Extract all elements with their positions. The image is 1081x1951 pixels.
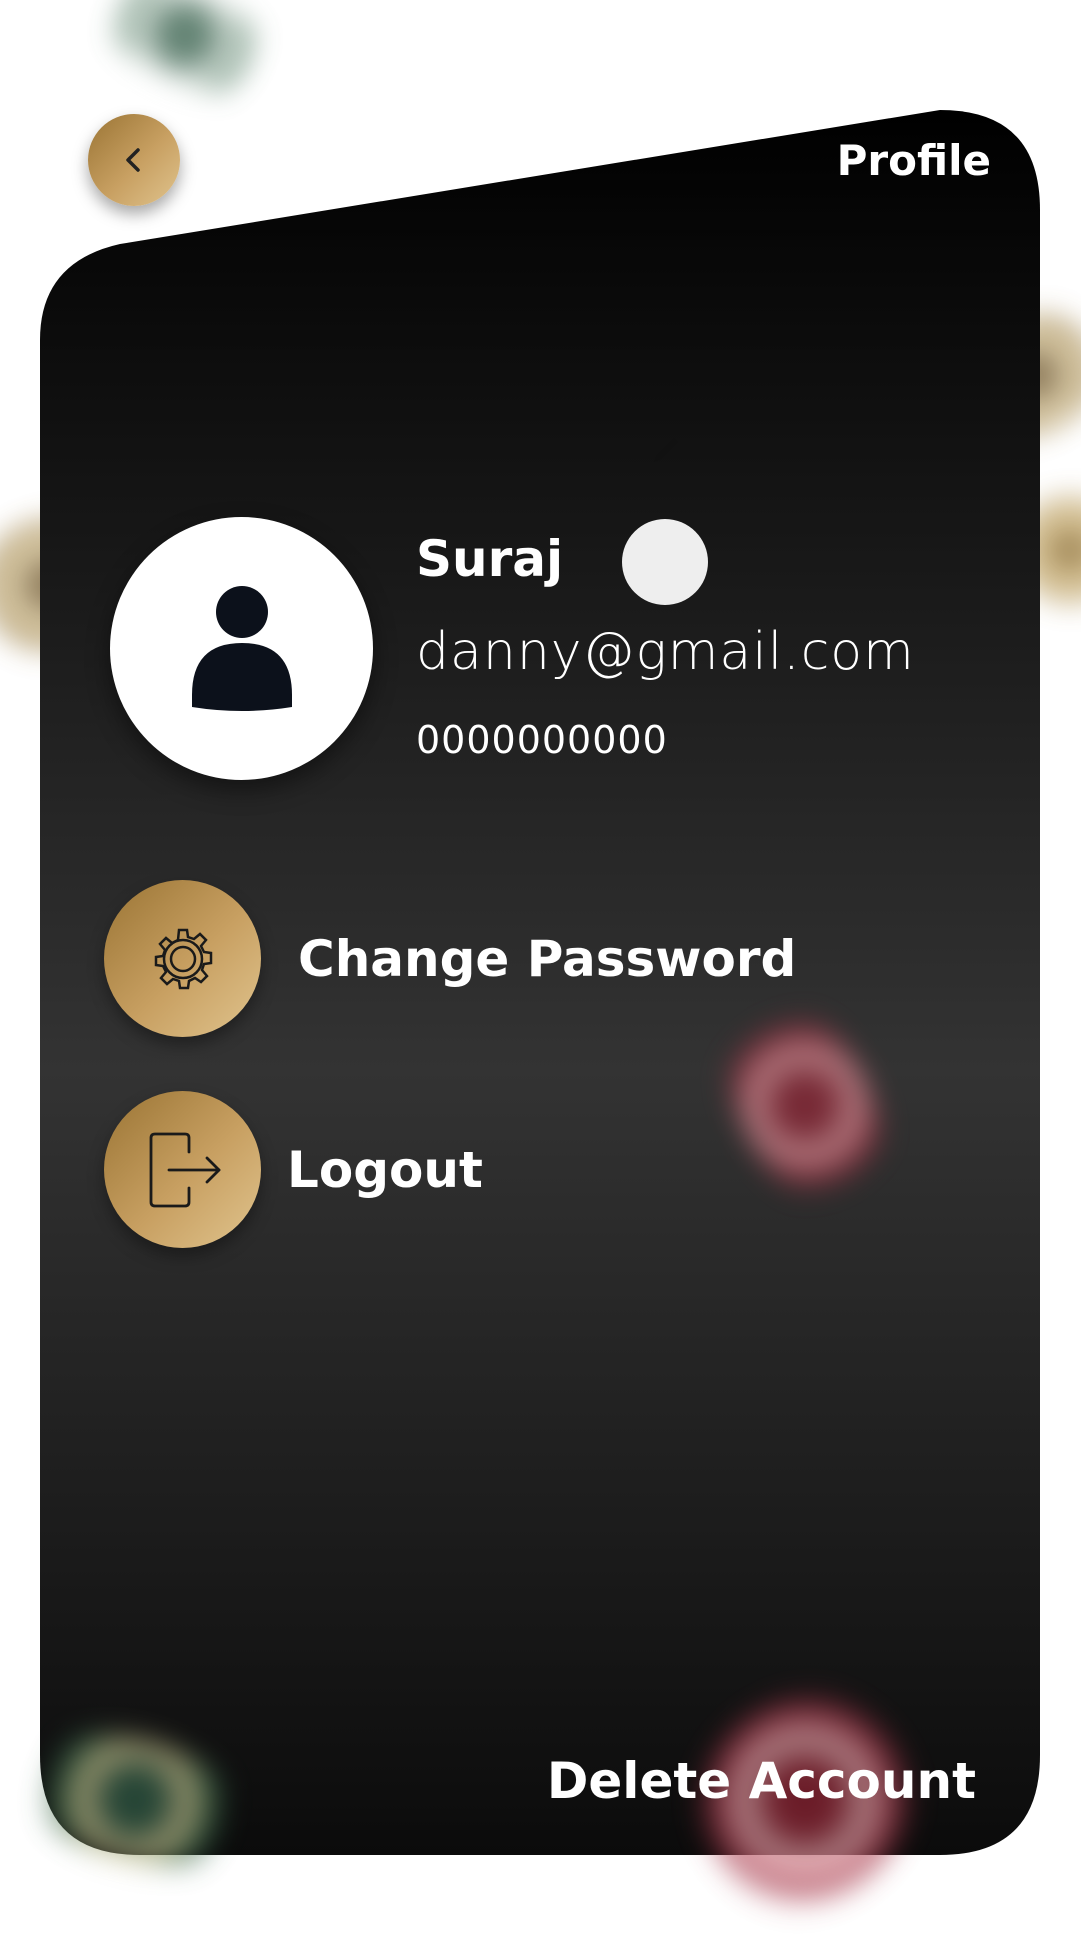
person-icon: [191, 585, 292, 711]
user-phone: 0000000000: [416, 718, 668, 762]
user-name: Suraj: [416, 530, 564, 588]
avatar[interactable]: [110, 517, 373, 780]
back-button[interactable]: [88, 114, 180, 206]
delete-account-button[interactable]: Delete Account: [547, 1752, 976, 1810]
pencil-icon[interactable]: [650, 432, 684, 466]
logout-icon: [149, 1132, 220, 1207]
gear-icon: [154, 928, 212, 989]
user-email: danny@gmail.com: [416, 622, 915, 682]
page-title: Profile: [836, 136, 991, 185]
logout-icon-badge: [104, 1091, 261, 1248]
status-indicator: [622, 519, 708, 605]
change-password-button[interactable]: Change Password: [104, 880, 796, 1037]
menu-item-label: Change Password: [298, 929, 797, 988]
logout-button[interactable]: Logout: [104, 1091, 483, 1248]
gear-icon-badge: [104, 880, 261, 1037]
chevron-left-icon: [126, 148, 140, 172]
menu-item-label: Logout: [287, 1140, 483, 1199]
